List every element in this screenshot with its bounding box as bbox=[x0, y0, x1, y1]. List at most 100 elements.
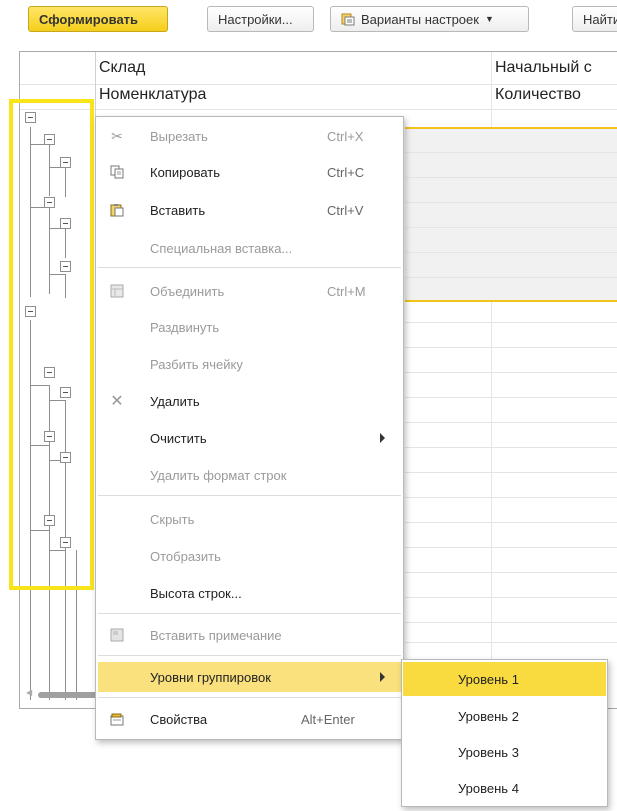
menu-item-label: Уровни группировок bbox=[150, 669, 271, 685]
settings-variants-label: Варианты настроек bbox=[361, 11, 479, 27]
grid-line bbox=[405, 572, 617, 573]
properties-icon bbox=[109, 711, 125, 727]
menu-item-merge[interactable]: Объединить Ctrl+M bbox=[96, 278, 403, 304]
column-header-start: Начальный с bbox=[495, 59, 592, 76]
menu-item-delete[interactable]: ✕ Удалить bbox=[96, 388, 403, 414]
menu-item-paste-special[interactable]: Специальная вставка... bbox=[96, 235, 403, 261]
menu-separator bbox=[98, 495, 401, 496]
grid-line bbox=[405, 277, 617, 278]
menu-item-label: Специальная вставка... bbox=[150, 240, 293, 256]
chevron-down-icon: ▼ bbox=[484, 14, 494, 24]
grid-line bbox=[405, 497, 617, 498]
menu-item-shortcut: Alt+Enter bbox=[301, 711, 355, 727]
selected-range[interactable] bbox=[405, 127, 617, 302]
grid-line bbox=[405, 547, 617, 548]
menu-item-cut[interactable]: ✂ Вырезать Ctrl+X bbox=[96, 123, 403, 149]
menu-item-properties[interactable]: Свойства Alt+Enter bbox=[96, 706, 403, 732]
menu-item-unmerge[interactable]: Раздвинуть bbox=[96, 314, 403, 340]
menu-item-label: Скрыть bbox=[150, 511, 195, 527]
grouping-levels-submenu: Уровень 1 Уровень 2 Уровень 3 Уровень 4 bbox=[401, 659, 608, 807]
menu-item-label: Высота строк... bbox=[150, 585, 242, 601]
menu-item-show[interactable]: Отобразить bbox=[96, 543, 403, 569]
variants-icon bbox=[341, 12, 355, 26]
menu-item-shortcut: Ctrl+X bbox=[327, 128, 364, 144]
paste-icon bbox=[109, 202, 125, 218]
menu-item-shortcut: Ctrl+C bbox=[327, 164, 365, 180]
grid-line bbox=[405, 322, 617, 323]
settings-button[interactable]: Настройки... bbox=[207, 6, 314, 32]
context-menu: ✂ Вырезать Ctrl+X Копировать Ctrl+C Вста… bbox=[95, 116, 404, 740]
grid-line bbox=[405, 347, 617, 348]
submenu-item-level-1[interactable]: Уровень 1 bbox=[403, 662, 606, 696]
menu-item-label: Отобразить bbox=[150, 548, 221, 564]
menu-item-shortcut: Ctrl+V bbox=[327, 202, 364, 218]
menu-item-label: Вырезать bbox=[150, 128, 208, 144]
menu-item-split-cell[interactable]: Разбить ячейку bbox=[96, 351, 403, 377]
grid-line bbox=[405, 472, 617, 473]
menu-item-label: Раздвинуть bbox=[150, 319, 220, 335]
delete-x-icon: ✕ bbox=[110, 393, 124, 410]
column-header-warehouse: Склад bbox=[99, 59, 146, 76]
settings-button-label: Настройки... bbox=[218, 11, 293, 27]
menu-item-paste[interactable]: Вставить Ctrl+V bbox=[96, 197, 403, 223]
menu-separator bbox=[98, 697, 401, 698]
grid-line bbox=[405, 397, 617, 398]
scroll-left-icon[interactable]: ◀ bbox=[26, 688, 32, 697]
menu-item-insert-note[interactable]: Вставить примечание bbox=[96, 622, 403, 648]
column-header-nomenclature: Номенклатура bbox=[99, 86, 207, 103]
menu-item-hide[interactable]: Скрыть bbox=[96, 506, 403, 532]
horizontal-scrollbar[interactable]: ◀ bbox=[24, 688, 108, 699]
grid-line bbox=[405, 622, 617, 623]
menu-item-delete-row-format[interactable]: Удалить формат строк bbox=[96, 462, 403, 488]
grid-line bbox=[405, 202, 617, 203]
settings-variants-button[interactable]: Варианты настроек ▼ bbox=[330, 6, 529, 32]
grid-line bbox=[405, 252, 617, 253]
note-icon bbox=[109, 627, 125, 643]
grid-line bbox=[405, 152, 617, 153]
menu-item-label: Копировать bbox=[150, 164, 220, 180]
menu-item-label: Удалить формат строк bbox=[150, 467, 287, 483]
submenu-arrow-icon bbox=[380, 433, 385, 443]
menu-item-row-height[interactable]: Высота строк... bbox=[96, 580, 403, 606]
menu-item-label: Объединить bbox=[150, 283, 225, 299]
menu-item-label: Очистить bbox=[150, 430, 207, 446]
submenu-arrow-icon bbox=[380, 672, 385, 682]
submenu-item-label: Уровень 2 bbox=[458, 708, 519, 724]
find-button[interactable]: Найти bbox=[572, 6, 617, 32]
generate-button-label: Сформировать bbox=[39, 11, 139, 27]
column-header-quantity: Количество bbox=[495, 86, 581, 103]
menu-item-clear[interactable]: Очистить bbox=[96, 425, 403, 451]
menu-item-copy[interactable]: Копировать Ctrl+C bbox=[96, 159, 403, 185]
grid-line bbox=[405, 522, 617, 523]
grid-line bbox=[405, 447, 617, 448]
submenu-item-level-3[interactable]: Уровень 3 bbox=[403, 735, 606, 769]
scissors-icon: ✂ bbox=[111, 127, 123, 144]
grid-line bbox=[405, 227, 617, 228]
grid-line bbox=[405, 177, 617, 178]
menu-item-label: Удалить bbox=[150, 393, 200, 409]
submenu-item-level-4[interactable]: Уровень 4 bbox=[403, 771, 606, 805]
grid-line bbox=[405, 372, 617, 373]
submenu-item-label: Уровень 4 bbox=[458, 780, 519, 796]
merge-cells-icon bbox=[109, 283, 125, 299]
submenu-item-level-2[interactable]: Уровень 2 bbox=[403, 699, 606, 733]
menu-item-grouping-levels[interactable]: Уровни группировок bbox=[98, 662, 401, 692]
grid-line bbox=[20, 84, 617, 85]
submenu-item-label: Уровень 1 bbox=[458, 671, 519, 687]
menu-separator bbox=[98, 267, 401, 268]
grid-line bbox=[405, 597, 617, 598]
menu-item-shortcut: Ctrl+M bbox=[327, 283, 366, 299]
menu-item-label: Разбить ячейку bbox=[150, 356, 243, 372]
menu-item-label: Свойства bbox=[150, 711, 208, 727]
menu-separator bbox=[98, 655, 401, 656]
grid-line bbox=[20, 109, 617, 110]
menu-separator bbox=[98, 613, 401, 614]
menu-item-label: Вставить примечание bbox=[150, 627, 282, 643]
copy-icon bbox=[109, 164, 125, 180]
grid-line bbox=[405, 422, 617, 423]
generate-button[interactable]: Сформировать bbox=[28, 6, 168, 32]
grid-line bbox=[405, 642, 617, 643]
menu-item-label: Вставить bbox=[150, 202, 206, 218]
find-button-label: Найти bbox=[583, 11, 617, 27]
highlight-frame bbox=[9, 99, 94, 590]
